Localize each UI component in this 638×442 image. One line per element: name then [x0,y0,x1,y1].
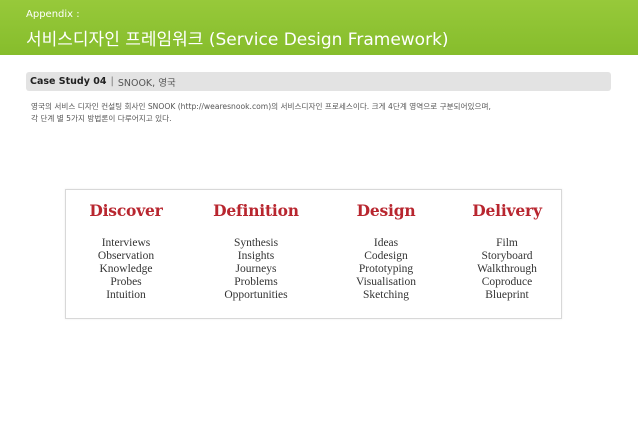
column-heading: Definition [213,201,299,220]
framework-figure: Discover Interviews Observation Knowledg… [65,189,562,319]
method-item: Journeys [235,263,277,275]
method-list: Synthesis Insights Journeys Problems Opp… [196,237,316,302]
page-title: 서비스디자인 프레임워크 (Service Design Framework) [26,30,449,50]
method-item: Insights [237,250,275,262]
framework-column-delivery: Delivery Film Storyboard Walkthrough Cop… [447,201,567,302]
method-item: Synthesis [233,237,279,249]
method-item: Probes [110,276,142,288]
method-item: Intuition [106,289,146,301]
method-item: Storyboard [481,250,533,262]
header-banner: Appendix : 서비스디자인 프레임워크 (Service Design … [0,0,638,55]
appendix-label: Appendix : [26,9,80,20]
description-line: 영국의 서비스 디자인 컨설팅 회사인 SNOOK (http://weares… [31,102,491,111]
method-item: Coproduce [481,276,533,288]
framework-column-definition: Definition Synthesis Insights Journeys P… [196,201,316,302]
method-item: Prototyping [358,263,414,275]
method-item: Problems [234,276,278,288]
case-separator: | [110,76,114,87]
method-list: Interviews Observation Knowledge Probes … [66,237,186,302]
framework-column-discover: Discover Interviews Observation Knowledg… [66,201,186,302]
method-item: Codesign [364,250,408,262]
method-item: Observation [97,250,155,262]
column-heading: Discover [89,201,163,220]
column-heading: Delivery [472,201,542,220]
description: 영국의 서비스 디자인 컨설팅 회사인 SNOOK (http://weares… [31,101,621,125]
case-study-subtitle: SNOOK, 영국 [117,77,176,89]
case-study-label: Case Study 04 [30,76,107,87]
method-item: Knowledge [99,263,153,275]
case-study-bar: Case Study 04 | SNOOK, 영국 [26,72,611,91]
description-line: 각 단계 별 5가지 방법론이 다루어지고 있다. [31,114,172,123]
framework-column-design: Design Ideas Codesign Prototyping Visual… [326,201,446,302]
method-item: Interviews [101,237,151,249]
method-item: Film [496,237,518,249]
method-item: Blueprint [485,289,529,301]
method-item: Walkthrough [477,263,537,275]
method-list: Film Storyboard Walkthrough Coproduce Bl… [447,237,567,302]
method-item: Ideas [373,237,399,249]
method-item: Sketching [363,289,409,301]
column-heading: Design [356,201,416,220]
method-list: Ideas Codesign Prototyping Visualisation… [326,237,446,302]
method-item: Opportunities [224,289,288,301]
method-item: Visualisation [356,276,416,288]
